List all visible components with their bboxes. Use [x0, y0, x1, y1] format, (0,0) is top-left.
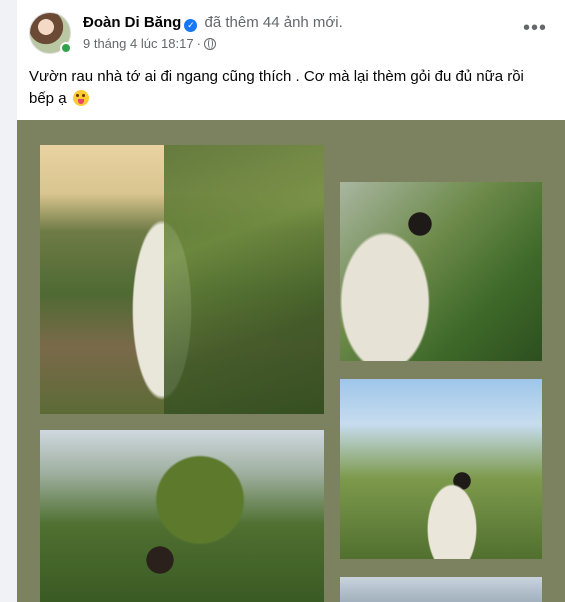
- post-timestamp[interactable]: 9 tháng 4 lúc 18:17: [83, 36, 194, 51]
- meta-separator: ·: [196, 36, 201, 51]
- post-card: Đoàn Di Băng ✓ đã thêm 44 ảnh mới. 9 thán…: [17, 0, 565, 602]
- photo-5[interactable]: [340, 577, 542, 602]
- author-avatar-container[interactable]: [29, 12, 72, 54]
- globe-icon[interactable]: [203, 38, 216, 50]
- photo-3[interactable]: [40, 430, 324, 602]
- photo-4[interactable]: [340, 379, 542, 559]
- verified-badge-icon: ✓: [184, 19, 198, 32]
- post-message-text: Vườn rau nhà tớ ai đi ngang cũng thích .…: [29, 68, 524, 107]
- page-background-strip: [0, 0, 17, 602]
- post-action-text: đã thêm 44 ảnh mới.: [204, 14, 343, 31]
- online-status-icon: [60, 42, 72, 54]
- author-name[interactable]: Đoàn Di Băng: [83, 14, 181, 31]
- post-message: Vườn rau nhà tớ ai đi ngang cũng thích .…: [29, 66, 549, 110]
- papaya-tree-image-detail: [164, 145, 324, 414]
- post-header: Đoàn Di Băng ✓ đã thêm 44 ảnh mới. 9 thán…: [17, 0, 565, 60]
- photo-2[interactable]: [340, 182, 542, 361]
- squinting-tongue-face-icon: [72, 90, 89, 106]
- photo-1[interactable]: [40, 145, 324, 414]
- post-meta: 9 tháng 4 lúc 18:17 ·: [83, 36, 216, 52]
- photo-gallery: [17, 120, 565, 602]
- author-line: Đoàn Di Băng ✓ đã thêm 44 ảnh mới.: [83, 14, 343, 32]
- more-options-button[interactable]: •••: [519, 14, 551, 46]
